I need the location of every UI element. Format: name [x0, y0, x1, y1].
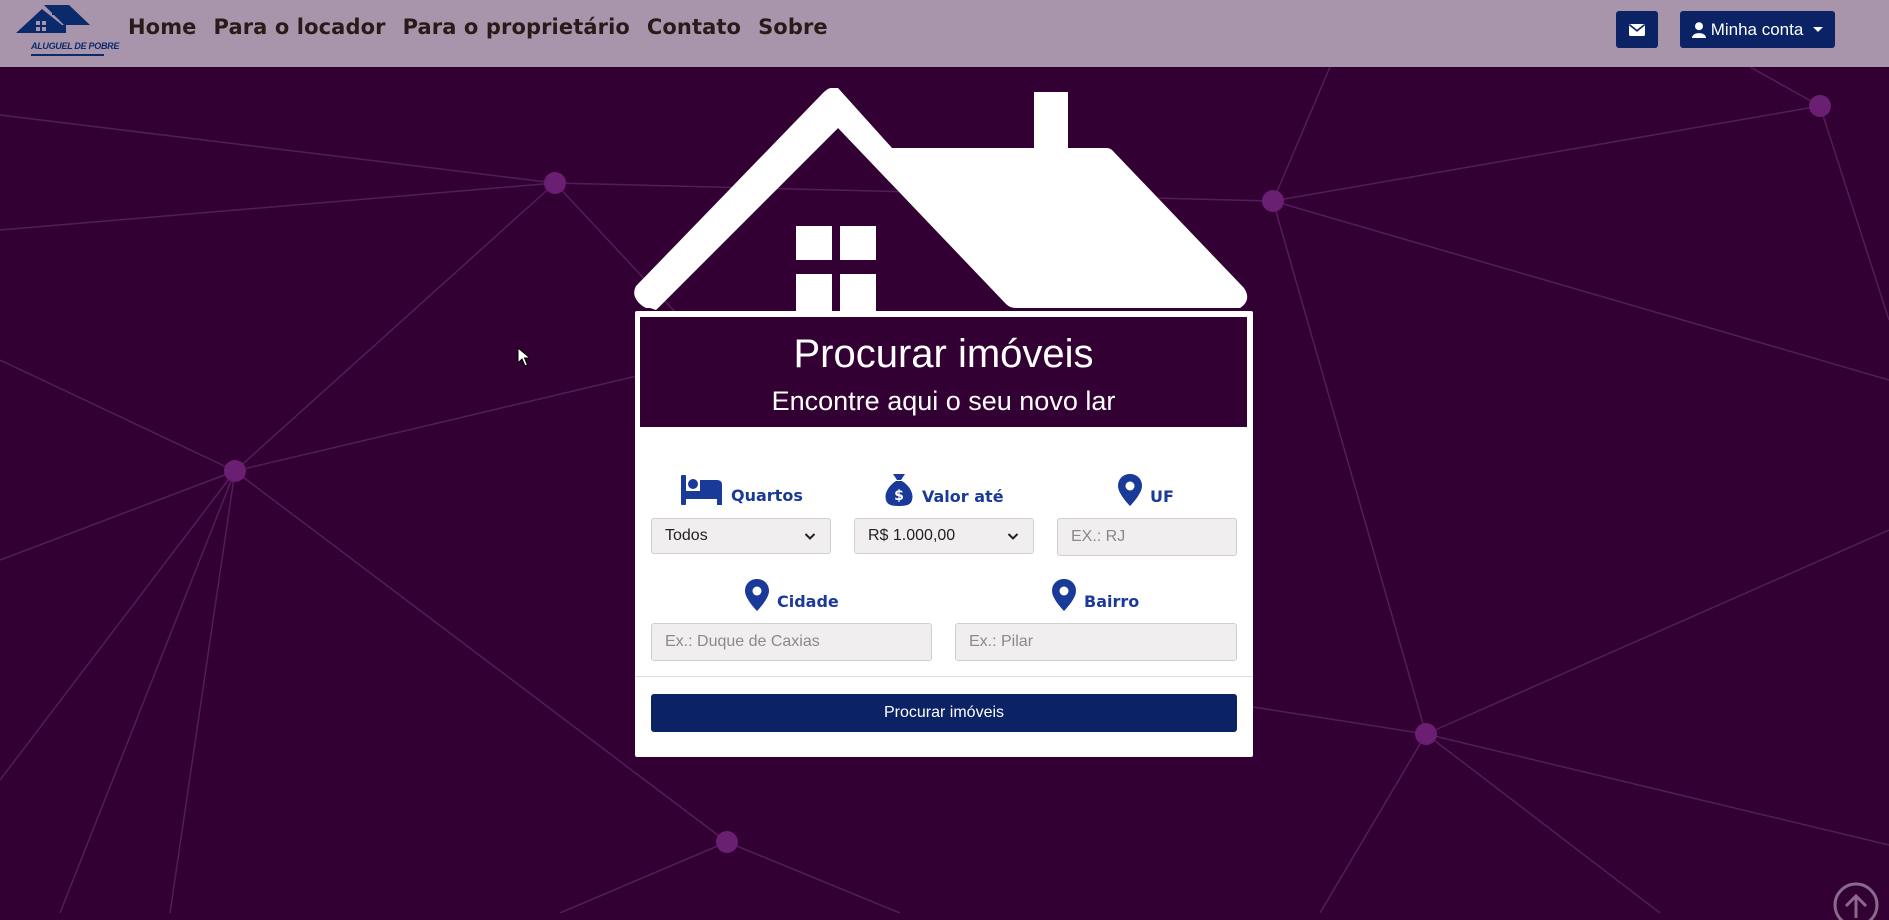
cidade-label-group: Cidade — [745, 579, 839, 611]
nav-link-contato[interactable]: Contato — [647, 15, 741, 39]
cidade-label: Cidade — [777, 592, 839, 611]
scroll-to-top-icon[interactable] — [1831, 880, 1881, 920]
search-submit-button[interactable]: Procurar imóveis — [651, 694, 1237, 732]
valor-label: Valor até — [922, 487, 1004, 506]
bairro-label: Bairro — [1084, 592, 1140, 611]
bed-icon — [681, 475, 722, 505]
quartos-select[interactable]: Todos — [651, 518, 831, 554]
account-label: Minha conta — [1710, 19, 1804, 39]
nav-link-home[interactable]: Home — [128, 15, 197, 39]
user-icon — [1691, 21, 1706, 38]
logo-underline — [31, 54, 104, 56]
caret-down-icon — [1813, 27, 1824, 32]
bairro-input[interactable] — [955, 623, 1237, 661]
valor-label-group: $ Valor até — [884, 472, 1004, 506]
money-bag-icon: $ — [885, 474, 913, 506]
uf-label-group: UF — [1118, 474, 1174, 506]
nav-link-sobre[interactable]: Sobre — [758, 15, 828, 39]
valor-selected-value: R$ 1.000,00 — [868, 527, 956, 544]
quartos-label: Quartos — [731, 486, 803, 505]
card-divider — [635, 676, 1253, 677]
chevron-down-icon — [1007, 533, 1019, 540]
messages-button[interactable] — [1616, 11, 1658, 48]
bairro-label-group: Bairro — [1052, 579, 1139, 611]
site-logo[interactable]: ALUGUEL DE POBRE — [14, 3, 119, 56]
map-pin-icon — [1052, 579, 1076, 611]
house-roof-graphic — [634, 88, 1248, 313]
mouse-cursor-icon — [517, 347, 531, 367]
cidade-input[interactable] — [651, 623, 932, 661]
chevron-down-icon — [804, 533, 816, 540]
uf-input[interactable] — [1057, 518, 1237, 556]
svg-text:$: $ — [894, 488, 904, 504]
map-pin-icon — [745, 579, 769, 611]
valor-select[interactable]: R$ 1.000,00 — [854, 518, 1034, 554]
quartos-label-group: Quartos — [681, 475, 803, 505]
account-dropdown-button[interactable]: Minha conta — [1680, 11, 1835, 48]
house-logo-icon — [16, 5, 90, 33]
search-subtitle: Encontre aqui o seu novo lar — [771, 386, 1116, 416]
map-pin-icon — [1118, 474, 1142, 506]
uf-label: UF — [1150, 487, 1174, 506]
nav-link-para-o-locador[interactable]: Para o locador — [214, 15, 386, 39]
search-title: Procurar imóveis — [793, 332, 1094, 376]
envelope-icon — [1629, 23, 1645, 36]
search-card: Procurar imóveis Encontre aqui o seu nov… — [635, 311, 1253, 757]
quartos-selected-value: Todos — [665, 527, 708, 544]
nav-link-para-o-proprietario[interactable]: Para o proprietário — [403, 15, 630, 39]
logo-text: ALUGUEL DE POBRE — [31, 41, 120, 51]
navbar: ALUGUEL DE POBRE Home Para o locador Par… — [0, 0, 1889, 67]
search-card-header: Procurar imóveis Encontre aqui o seu nov… — [640, 317, 1247, 427]
nav-links: Home Para o locador Para o proprietário … — [128, 15, 828, 39]
